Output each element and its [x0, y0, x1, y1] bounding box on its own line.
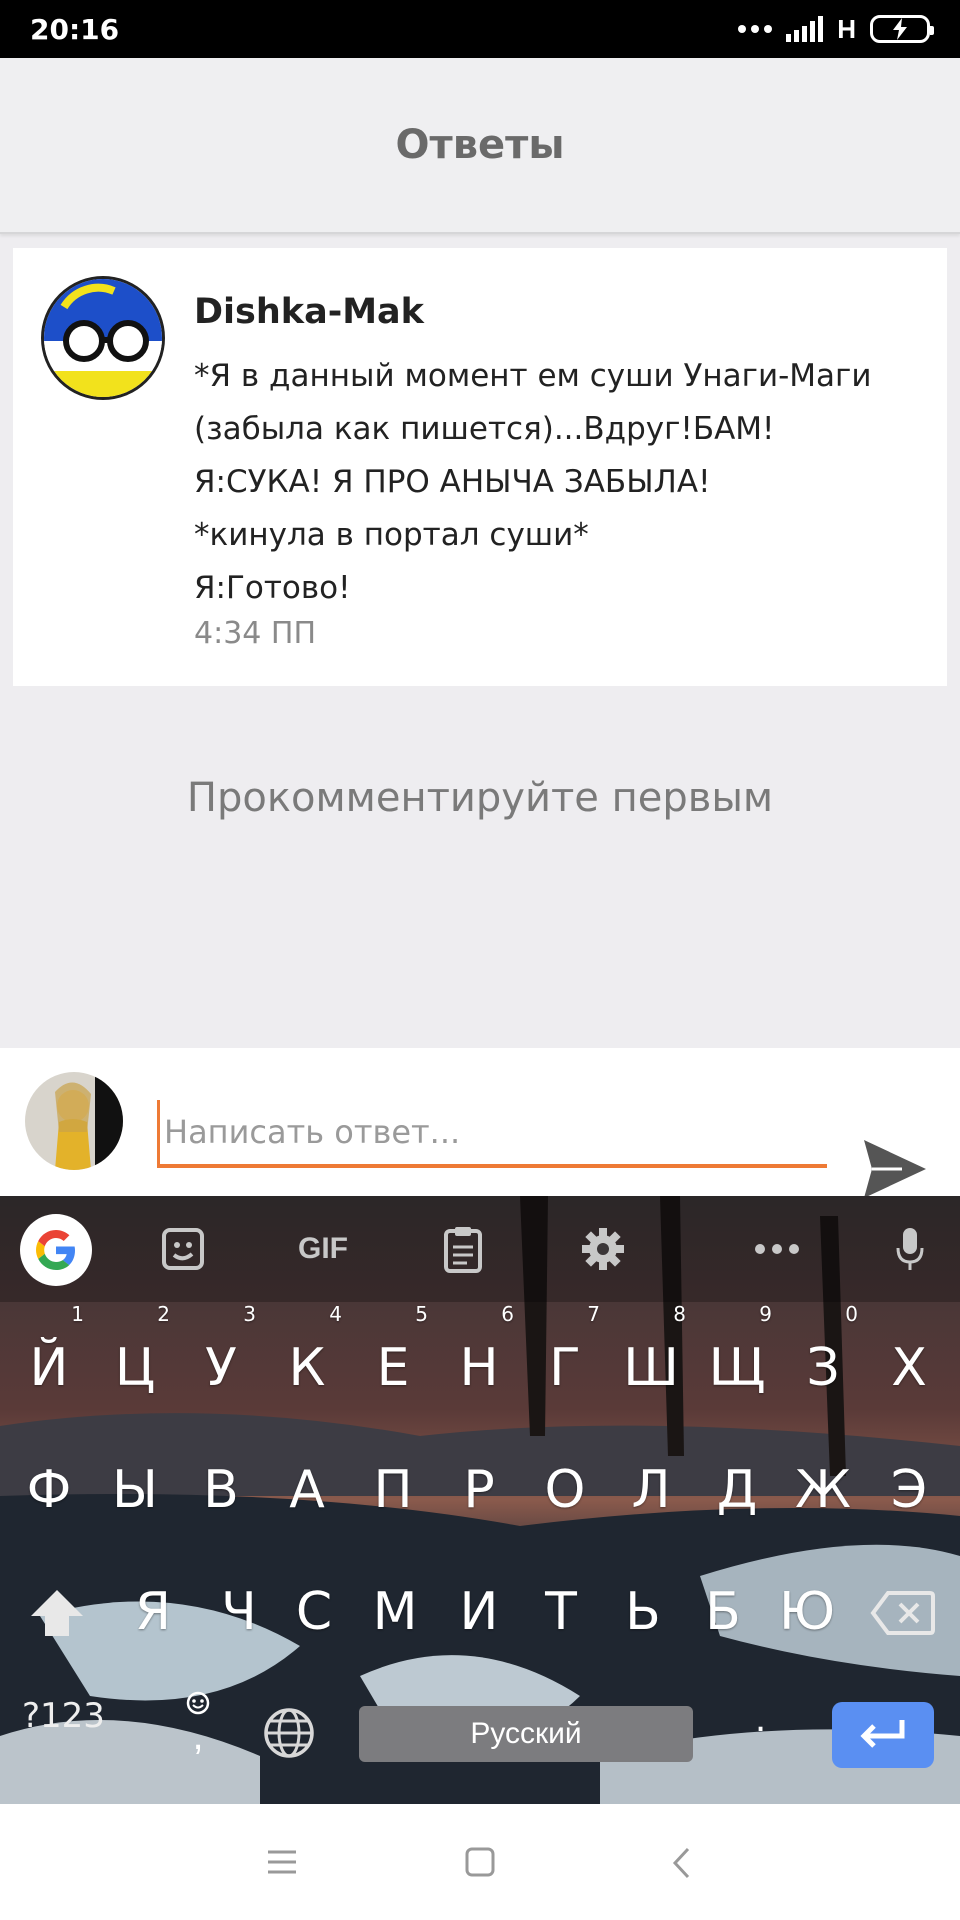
key[interactable]: Ц2: [92, 1304, 178, 1418]
key[interactable]: Ю: [764, 1562, 850, 1662]
key[interactable]: Я: [110, 1562, 196, 1662]
comment-card[interactable]: Dishka-Mak *Я в данный момент ем суши Ун…: [13, 248, 947, 686]
key[interactable]: В: [178, 1440, 264, 1540]
sticker-icon[interactable]: [153, 1224, 213, 1274]
key[interactable]: А: [264, 1440, 350, 1540]
google-icon: [36, 1230, 75, 1270]
key[interactable]: У3: [178, 1304, 264, 1418]
status-bar: 20:16 H: [0, 0, 960, 58]
key[interactable]: Д: [694, 1440, 780, 1540]
comment-line: *кинула в портал суши*: [194, 517, 589, 553]
page-title: Ответы: [395, 122, 565, 168]
navigation-bar: [0, 1804, 960, 1920]
key[interactable]: Ь: [600, 1562, 686, 1662]
key[interactable]: Л: [608, 1440, 694, 1540]
menu-icon: [268, 1850, 296, 1874]
numbers-key[interactable]: ?123: [22, 1696, 105, 1736]
comment-line: Я:СУКА! Я ПРО АНЫЧА ЗАБЫЛА!: [194, 464, 711, 500]
enter-icon: [860, 1720, 905, 1748]
google-button[interactable]: [20, 1214, 92, 1286]
mic-icon[interactable]: [880, 1224, 940, 1274]
menu-button[interactable]: [266, 1848, 298, 1881]
key-row-3: Я Ч С М И Т Ь Б Ю: [0, 1562, 960, 1662]
send-icon: [864, 1140, 926, 1198]
shift-icon: [31, 1590, 83, 1636]
enter-key[interactable]: [832, 1702, 934, 1768]
back-icon: [672, 1847, 690, 1879]
notification-dots-icon: [738, 25, 773, 33]
key[interactable]: Б: [680, 1562, 766, 1662]
status-time: 20:16: [30, 12, 120, 46]
status-icons: H: [738, 13, 934, 45]
period-key[interactable]: .: [755, 1696, 766, 1741]
settings-icon[interactable]: [573, 1224, 633, 1274]
comment-line: *Я в данный момент ем суши Унаги-Маги: [194, 358, 872, 394]
key[interactable]: О: [522, 1440, 608, 1540]
comment-text: *Я в данный момент ем суши Унаги-Маги (з…: [194, 350, 934, 615]
language-key[interactable]: [262, 1706, 316, 1765]
reply-bar: [0, 1048, 960, 1198]
key[interactable]: М: [352, 1562, 438, 1662]
backspace-icon: [870, 1591, 935, 1635]
back-button[interactable]: [670, 1846, 694, 1885]
reply-input[interactable]: [157, 1100, 827, 1168]
globe-icon: [264, 1708, 314, 1758]
comma-label: ,: [192, 1714, 204, 1758]
comment-author[interactable]: Dishka-Mak: [194, 292, 424, 332]
more-icon[interactable]: [747, 1224, 807, 1274]
author-avatar[interactable]: [41, 276, 165, 400]
key[interactable]: Щ9: [694, 1304, 780, 1418]
home-button[interactable]: [464, 1846, 496, 1883]
key[interactable]: Е5: [350, 1304, 436, 1418]
user-avatar: [25, 1072, 123, 1170]
key[interactable]: Ы: [92, 1440, 178, 1540]
comment-line: (забыла как пишется)...Вдруг!БАМ!: [194, 411, 775, 447]
key[interactable]: К4: [264, 1304, 350, 1418]
key[interactable]: П: [350, 1440, 436, 1540]
key-row-1: Й1 Ц2 У3 К4 Е5 Н6 Г7 Ш8 Щ9 З0 Х: [0, 1304, 960, 1418]
empty-comments-message: Прокомментируйте первым: [186, 775, 774, 821]
shift-key[interactable]: [14, 1562, 100, 1662]
emoji-icon: [186, 1691, 210, 1715]
key[interactable]: Н6: [436, 1304, 522, 1418]
key[interactable]: Р: [436, 1440, 522, 1540]
key[interactable]: З0: [780, 1304, 866, 1418]
app-header: Ответы: [0, 58, 960, 234]
network-type: H: [837, 13, 856, 44]
backspace-key[interactable]: [860, 1562, 946, 1662]
clipboard-icon[interactable]: [433, 1224, 493, 1274]
space-key[interactable]: Русский: [359, 1706, 693, 1762]
key[interactable]: Ж: [780, 1440, 866, 1540]
key[interactable]: Ш8: [608, 1304, 694, 1418]
key[interactable]: Й1: [6, 1304, 92, 1418]
signal-icon: [786, 16, 824, 42]
key[interactable]: Т: [518, 1562, 604, 1662]
comment-time: 4:34 ПП: [194, 616, 317, 651]
battery-charging-icon: [870, 15, 934, 43]
home-icon: [465, 1847, 495, 1877]
emoji-comma-key[interactable]: ,: [178, 1690, 218, 1760]
key[interactable]: Г7: [522, 1304, 608, 1418]
key[interactable]: Ф: [6, 1440, 92, 1540]
comment-line: Я:Готово!: [194, 570, 351, 606]
key[interactable]: И: [436, 1562, 522, 1662]
key[interactable]: Э: [866, 1440, 952, 1540]
gif-button[interactable]: GIF: [288, 1224, 358, 1274]
key[interactable]: Ч: [196, 1562, 282, 1662]
key[interactable]: С: [271, 1562, 357, 1662]
keyboard-toolbar: GIF: [0, 1196, 960, 1302]
keyboard: GIF Й1 Ц2 У3 К4 Е5 Н6 Г7 Ш8 Щ9 З0 Х Ф Ы …: [0, 1196, 960, 1804]
key[interactable]: Х: [866, 1318, 952, 1418]
key-row-2: Ф Ы В А П Р О Л Д Ж Э: [0, 1440, 960, 1540]
